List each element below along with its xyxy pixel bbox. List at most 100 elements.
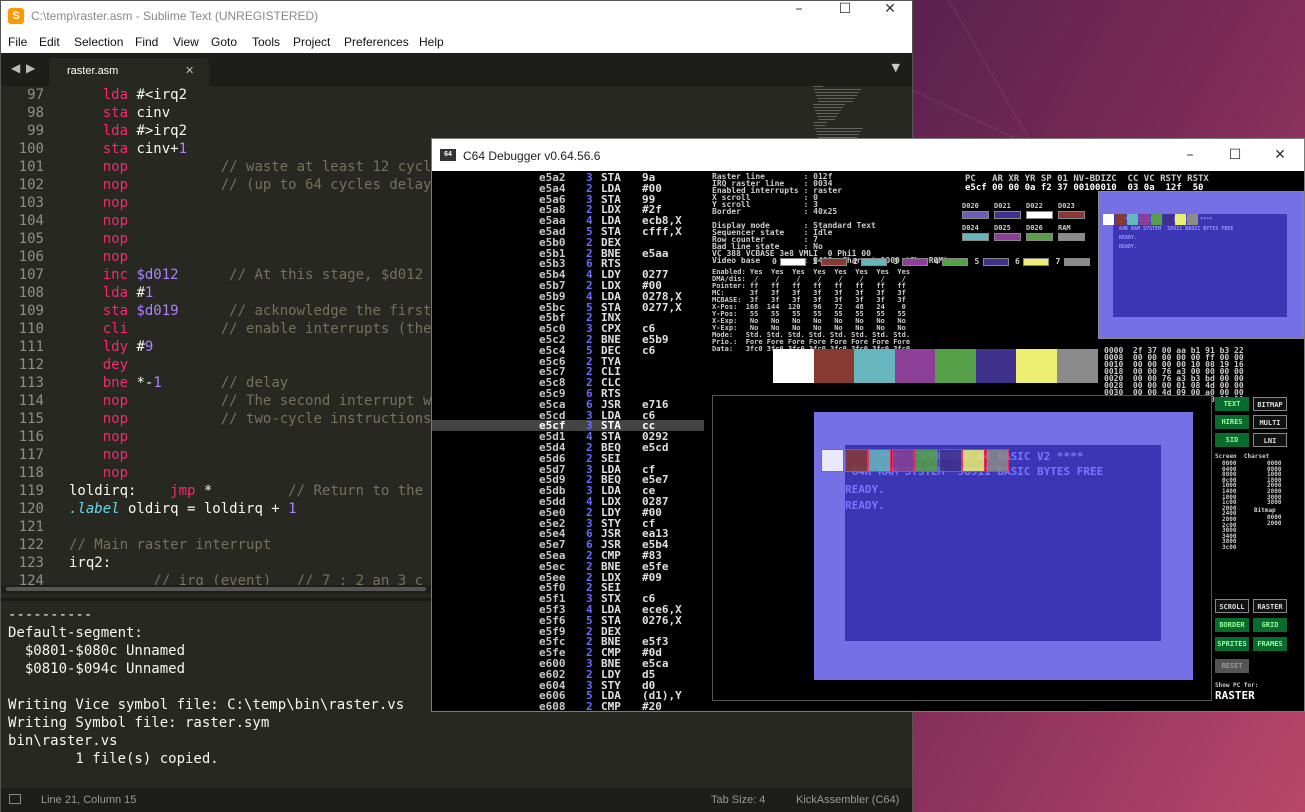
- register-color-swatch[interactable]: [1058, 211, 1085, 219]
- palette-color[interactable]: [1056, 349, 1098, 383]
- mode-button-text[interactable]: TEXT: [1215, 397, 1249, 411]
- tab-size-indicator[interactable]: Tab Size: 4: [711, 794, 765, 806]
- code-line[interactable]: 98 sta cinv: [1, 104, 912, 122]
- palette-color[interactable]: [854, 349, 895, 383]
- bitmap-address-list[interactable]: 0000 2000: [1267, 514, 1281, 526]
- reset-button[interactable]: RESET: [1215, 659, 1249, 673]
- disasm-row[interactable]: e5e7 6 JSR e5b4: [432, 539, 704, 550]
- syntax-indicator[interactable]: KickAssembler (C64): [796, 794, 899, 806]
- disasm-row[interactable]: e5e0 2 LDY #00: [432, 507, 704, 518]
- mode-button-hires[interactable]: HIRES: [1215, 415, 1249, 429]
- disasm-row[interactable]: e608 2 CMP #20: [432, 701, 704, 711]
- sprite-color-swatch[interactable]: [780, 258, 806, 266]
- palette-color[interactable]: [773, 349, 814, 383]
- vic-display-view[interactable]: **** COMMODORE 64 BASIC V2 **** 64K RAM …: [712, 395, 1212, 701]
- disasm-row[interactable]: e5c6 2 TYA: [432, 356, 704, 367]
- disasm-row[interactable]: e5f0 2 SEI: [432, 582, 704, 593]
- disasm-row[interactable]: e600 3 BNE e5ca: [432, 658, 704, 669]
- register-color-swatch[interactable]: [962, 233, 989, 241]
- screen-sprite[interactable]: [868, 449, 891, 472]
- disasm-row[interactable]: e5a6 3 STA 99: [432, 194, 704, 205]
- register-color-swatch[interactable]: [994, 211, 1021, 219]
- register-color-swatch[interactable]: [1026, 233, 1053, 241]
- screen-sprite[interactable]: [962, 449, 985, 472]
- disasm-row[interactable]: e5ad 5 STA cfff,X: [432, 226, 704, 237]
- mode-button-sid[interactable]: SID: [1215, 433, 1249, 447]
- palette-color[interactable]: [894, 349, 936, 383]
- screen-sprite[interactable]: [938, 449, 962, 472]
- c64-titlebar[interactable]: 64 C64 Debugger v0.64.56.6 – ☐ ✕: [432, 139, 1304, 171]
- mode-button-lni[interactable]: LNI: [1253, 433, 1287, 447]
- disasm-row[interactable]: e5ec 2 BNE e5fe: [432, 561, 704, 572]
- sprite-color-swatch[interactable]: [942, 258, 968, 266]
- menu-help[interactable]: Help: [419, 35, 444, 49]
- screen-address-list[interactable]: 0000 0400 0800 0c00 1000 1400 1800 1c00 …: [1222, 461, 1236, 551]
- disasm-row[interactable]: e5a2 3 STA 9a: [432, 172, 704, 183]
- tab-prev-icon[interactable]: ◀: [11, 61, 20, 75]
- sprite-color-swatch[interactable]: [1063, 258, 1090, 266]
- sprite-color-swatch[interactable]: [861, 258, 887, 266]
- disasm-row[interactable]: e5c7 2 CLI: [432, 366, 704, 377]
- disasm-row[interactable]: e5b1 2 BNE e5aa: [432, 248, 704, 259]
- disasm-row[interactable]: e606 5 LDA (d1),Y: [432, 690, 704, 701]
- sprite-color-swatch[interactable]: [820, 258, 847, 266]
- show-pc-for-value[interactable]: RASTER: [1215, 690, 1255, 701]
- disasm-row[interactable]: e5bc 5 STA 0277,X: [432, 302, 704, 313]
- mode-button-multi[interactable]: MULTI: [1253, 415, 1287, 429]
- minimize-button[interactable]: –: [776, 1, 822, 32]
- close-button[interactable]: ✕: [867, 1, 913, 32]
- screen-sprite[interactable]: [844, 449, 868, 472]
- menu-view[interactable]: View: [173, 35, 199, 49]
- disasm-row[interactable]: e5a4 2 LDA #00: [432, 183, 704, 194]
- menu-edit[interactable]: Edit: [39, 35, 60, 49]
- menu-file[interactable]: File: [8, 35, 27, 49]
- screen-sprite[interactable]: [985, 449, 1009, 472]
- c64-close-button[interactable]: ✕: [1257, 139, 1303, 171]
- disasm-row[interactable]: e5b4 4 LDY 0277: [432, 269, 704, 280]
- menu-goto[interactable]: Goto: [211, 35, 237, 49]
- toggle-button-frames[interactable]: FRAMES: [1253, 637, 1287, 651]
- palette-color[interactable]: [813, 349, 855, 383]
- panel-toggle-icon[interactable]: [9, 794, 21, 804]
- tab-next-icon[interactable]: ▶: [26, 61, 35, 75]
- disasm-row[interactable]: e5cd 3 LDA c6: [432, 410, 704, 421]
- disasm-row[interactable]: e5ee 2 LDX #09: [432, 572, 704, 583]
- sprite-color-swatch[interactable]: [1023, 258, 1049, 266]
- toggle-button-grid[interactable]: GRID: [1253, 618, 1287, 632]
- disasm-row[interactable]: e5d9 2 BEQ e5e7: [432, 474, 704, 485]
- toggle-button-raster[interactable]: RASTER: [1253, 599, 1287, 613]
- memory-dump[interactable]: 0000 2f 37 00 aa b1 91 b3 22 0008 00 00 …: [1104, 347, 1304, 404]
- c64-maximize-button[interactable]: ☐: [1212, 139, 1258, 171]
- screen-sprite[interactable]: [891, 449, 915, 472]
- palette-color[interactable]: [935, 349, 976, 383]
- disasm-row[interactable]: e5d6 2 SEI: [432, 453, 704, 464]
- c64-minimize-button[interactable]: –: [1167, 139, 1213, 171]
- register-color-swatch[interactable]: [1026, 211, 1053, 219]
- register-color-swatch[interactable]: [1058, 233, 1085, 241]
- disasm-row[interactable]: e5d4 2 BEQ e5cd: [432, 442, 704, 453]
- palette-color[interactable]: [1016, 349, 1057, 383]
- disasm-row[interactable]: e5dd 4 LDX 0287: [432, 496, 704, 507]
- charset-address-list[interactable]: 0000 0800 1000 1800 2000 2800 3000 3800: [1267, 461, 1281, 506]
- menu-tools[interactable]: Tools: [252, 35, 280, 49]
- register-color-swatch[interactable]: [962, 211, 989, 219]
- mode-button-bitmap[interactable]: BITMAP: [1253, 397, 1287, 411]
- palette-color[interactable]: [975, 349, 1017, 383]
- toggle-button-sprites[interactable]: SPRITES: [1215, 637, 1249, 651]
- disasm-row[interactable]: e5c2 2 BNE e5b9: [432, 334, 704, 345]
- sprite-color-swatch[interactable]: [901, 258, 928, 266]
- disasm-row[interactable]: e602 2 LDY d5: [432, 669, 704, 680]
- scrollbar-thumb[interactable]: [6, 587, 426, 591]
- c64-screen-preview[interactable]: **** COMMODORE 64 BASIC V2 ****64K RAM S…: [1098, 191, 1304, 339]
- menu-find[interactable]: Find: [135, 35, 158, 49]
- menu-selection[interactable]: Selection: [74, 35, 123, 49]
- tab-list-dropdown-icon[interactable]: ▼: [892, 61, 900, 74]
- sprite-color-swatch[interactable]: [982, 258, 1009, 266]
- disasm-row[interactable]: e5f6 5 STA 0276,X: [432, 615, 704, 626]
- screen-sprite[interactable]: [821, 449, 844, 472]
- sublime-titlebar[interactable]: S C:\temp\raster.asm - Sublime Text (UNR…: [1, 1, 912, 32]
- disasm-row[interactable]: e5fc 2 BNE e5f3: [432, 636, 704, 647]
- code-line[interactable]: 97 lda #<irq2: [1, 86, 912, 104]
- toggle-button-border[interactable]: BORDER: [1215, 618, 1249, 632]
- toggle-button-scroll[interactable]: SCROLL: [1215, 599, 1249, 613]
